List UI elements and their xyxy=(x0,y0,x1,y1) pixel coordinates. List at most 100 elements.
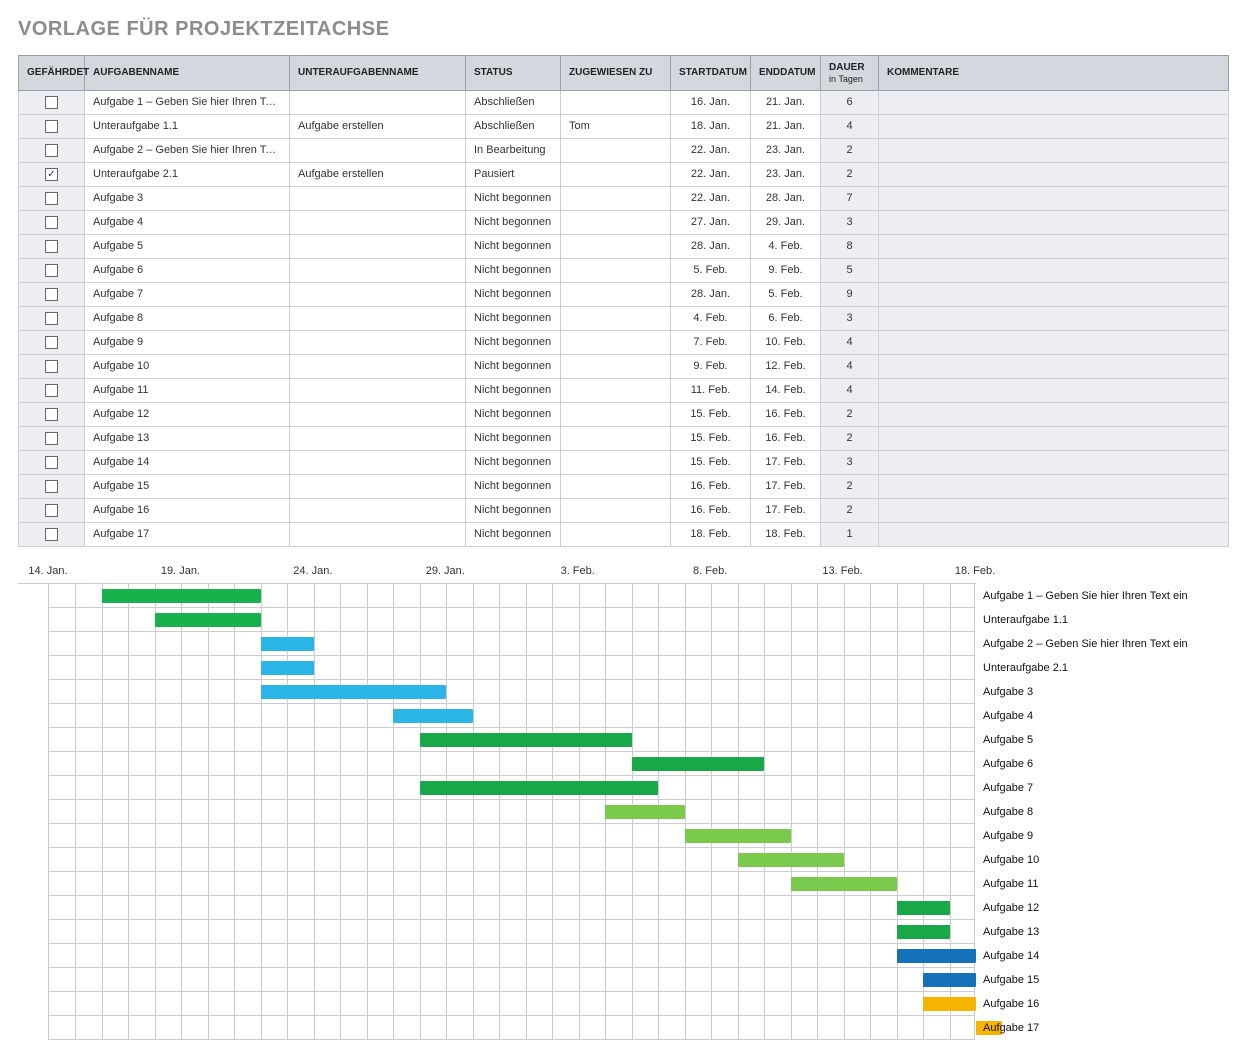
cell-status[interactable]: Nicht begonnen xyxy=(466,402,561,426)
cell-end[interactable]: 9. Feb. xyxy=(751,258,821,282)
cell-task[interactable]: Unteraufgabe 1.1 xyxy=(85,114,290,138)
cell-end[interactable]: 21. Jan. xyxy=(751,90,821,114)
cell-task[interactable]: Aufgabe 14 xyxy=(85,450,290,474)
risk-checkbox[interactable] xyxy=(45,288,58,301)
cell-status[interactable]: Nicht begonnen xyxy=(466,258,561,282)
cell-assigned[interactable] xyxy=(561,234,671,258)
cell-assigned[interactable] xyxy=(561,210,671,234)
cell-start[interactable]: 5. Feb. xyxy=(671,258,751,282)
cell-end[interactable]: 6. Feb. xyxy=(751,306,821,330)
cell-start[interactable]: 16. Feb. xyxy=(671,474,751,498)
cell-end[interactable]: 28. Jan. xyxy=(751,186,821,210)
risk-checkbox[interactable] xyxy=(45,408,58,421)
cell-comments[interactable] xyxy=(879,258,1229,282)
cell-assigned[interactable] xyxy=(561,450,671,474)
cell-subtask[interactable]: Aufgabe erstellen xyxy=(290,114,466,138)
cell-assigned[interactable] xyxy=(561,162,671,186)
cell-status[interactable]: Nicht begonnen xyxy=(466,522,561,546)
cell-status[interactable]: Nicht begonnen xyxy=(466,498,561,522)
cell-assigned[interactable] xyxy=(561,282,671,306)
cell-end[interactable]: 5. Feb. xyxy=(751,282,821,306)
cell-end[interactable]: 17. Feb. xyxy=(751,450,821,474)
cell-task[interactable]: Aufgabe 16 xyxy=(85,498,290,522)
cell-start[interactable]: 16. Jan. xyxy=(671,90,751,114)
cell-end[interactable]: 12. Feb. xyxy=(751,354,821,378)
cell-status[interactable]: Nicht begonnen xyxy=(466,282,561,306)
cell-status[interactable]: Nicht begonnen xyxy=(466,474,561,498)
cell-subtask[interactable] xyxy=(290,138,466,162)
risk-checkbox[interactable] xyxy=(45,240,58,253)
risk-checkbox[interactable] xyxy=(45,528,58,541)
cell-end[interactable]: 16. Feb. xyxy=(751,426,821,450)
cell-status[interactable]: Nicht begonnen xyxy=(466,378,561,402)
cell-start[interactable]: 15. Feb. xyxy=(671,450,751,474)
cell-start[interactable]: 18. Feb. xyxy=(671,522,751,546)
cell-comments[interactable] xyxy=(879,282,1229,306)
cell-subtask[interactable] xyxy=(290,354,466,378)
cell-start[interactable]: 22. Jan. xyxy=(671,162,751,186)
cell-task[interactable]: Aufgabe 10 xyxy=(85,354,290,378)
cell-end[interactable]: 10. Feb. xyxy=(751,330,821,354)
cell-status[interactable]: Nicht begonnen xyxy=(466,234,561,258)
cell-comments[interactable] xyxy=(879,522,1229,546)
cell-status[interactable]: Nicht begonnen xyxy=(466,210,561,234)
cell-start[interactable]: 28. Jan. xyxy=(671,282,751,306)
cell-status[interactable]: Pausiert xyxy=(466,162,561,186)
cell-start[interactable]: 9. Feb. xyxy=(671,354,751,378)
cell-status[interactable]: Nicht begonnen xyxy=(466,426,561,450)
cell-assigned[interactable] xyxy=(561,330,671,354)
cell-start[interactable]: 27. Jan. xyxy=(671,210,751,234)
cell-task[interactable]: Aufgabe 9 xyxy=(85,330,290,354)
cell-task[interactable]: Aufgabe 2 – Geben Sie hier Ihren Text ei… xyxy=(85,138,290,162)
cell-assigned[interactable] xyxy=(561,426,671,450)
cell-task[interactable]: Aufgabe 7 xyxy=(85,282,290,306)
cell-subtask[interactable] xyxy=(290,378,466,402)
risk-checkbox[interactable] xyxy=(45,192,58,205)
cell-status[interactable]: Nicht begonnen xyxy=(466,186,561,210)
cell-subtask[interactable] xyxy=(290,426,466,450)
cell-assigned[interactable] xyxy=(561,498,671,522)
cell-end[interactable]: 4. Feb. xyxy=(751,234,821,258)
cell-task[interactable]: Aufgabe 8 xyxy=(85,306,290,330)
cell-assigned[interactable] xyxy=(561,258,671,282)
risk-checkbox[interactable] xyxy=(45,96,58,109)
cell-comments[interactable] xyxy=(879,330,1229,354)
cell-subtask[interactable] xyxy=(290,306,466,330)
cell-status[interactable]: In Bearbeitung xyxy=(466,138,561,162)
cell-subtask[interactable] xyxy=(290,474,466,498)
cell-assigned[interactable] xyxy=(561,522,671,546)
cell-start[interactable]: 4. Feb. xyxy=(671,306,751,330)
cell-assigned[interactable] xyxy=(561,378,671,402)
cell-subtask[interactable] xyxy=(290,498,466,522)
cell-subtask[interactable] xyxy=(290,522,466,546)
risk-checkbox[interactable] xyxy=(45,432,58,445)
cell-assigned[interactable] xyxy=(561,402,671,426)
risk-checkbox[interactable] xyxy=(45,456,58,469)
cell-status[interactable]: Nicht begonnen xyxy=(466,306,561,330)
cell-status[interactable]: Nicht begonnen xyxy=(466,354,561,378)
cell-comments[interactable] xyxy=(879,90,1229,114)
cell-subtask[interactable]: Aufgabe erstellen xyxy=(290,162,466,186)
cell-task[interactable]: Aufgabe 15 xyxy=(85,474,290,498)
cell-comments[interactable] xyxy=(879,474,1229,498)
cell-comments[interactable] xyxy=(879,234,1229,258)
cell-start[interactable]: 18. Jan. xyxy=(671,114,751,138)
cell-task[interactable]: Aufgabe 4 xyxy=(85,210,290,234)
risk-checkbox[interactable] xyxy=(45,120,58,133)
cell-subtask[interactable] xyxy=(290,282,466,306)
cell-assigned[interactable] xyxy=(561,138,671,162)
cell-end[interactable]: 29. Jan. xyxy=(751,210,821,234)
cell-end[interactable]: 18. Feb. xyxy=(751,522,821,546)
cell-task[interactable]: Aufgabe 12 xyxy=(85,402,290,426)
cell-end[interactable]: 14. Feb. xyxy=(751,378,821,402)
cell-start[interactable]: 15. Feb. xyxy=(671,402,751,426)
cell-subtask[interactable] xyxy=(290,210,466,234)
cell-task[interactable]: Aufgabe 3 xyxy=(85,186,290,210)
cell-status[interactable]: Nicht begonnen xyxy=(466,330,561,354)
cell-comments[interactable] xyxy=(879,378,1229,402)
risk-checkbox[interactable] xyxy=(45,216,58,229)
cell-comments[interactable] xyxy=(879,162,1229,186)
cell-task[interactable]: Aufgabe 5 xyxy=(85,234,290,258)
cell-comments[interactable] xyxy=(879,306,1229,330)
cell-start[interactable]: 28. Jan. xyxy=(671,234,751,258)
